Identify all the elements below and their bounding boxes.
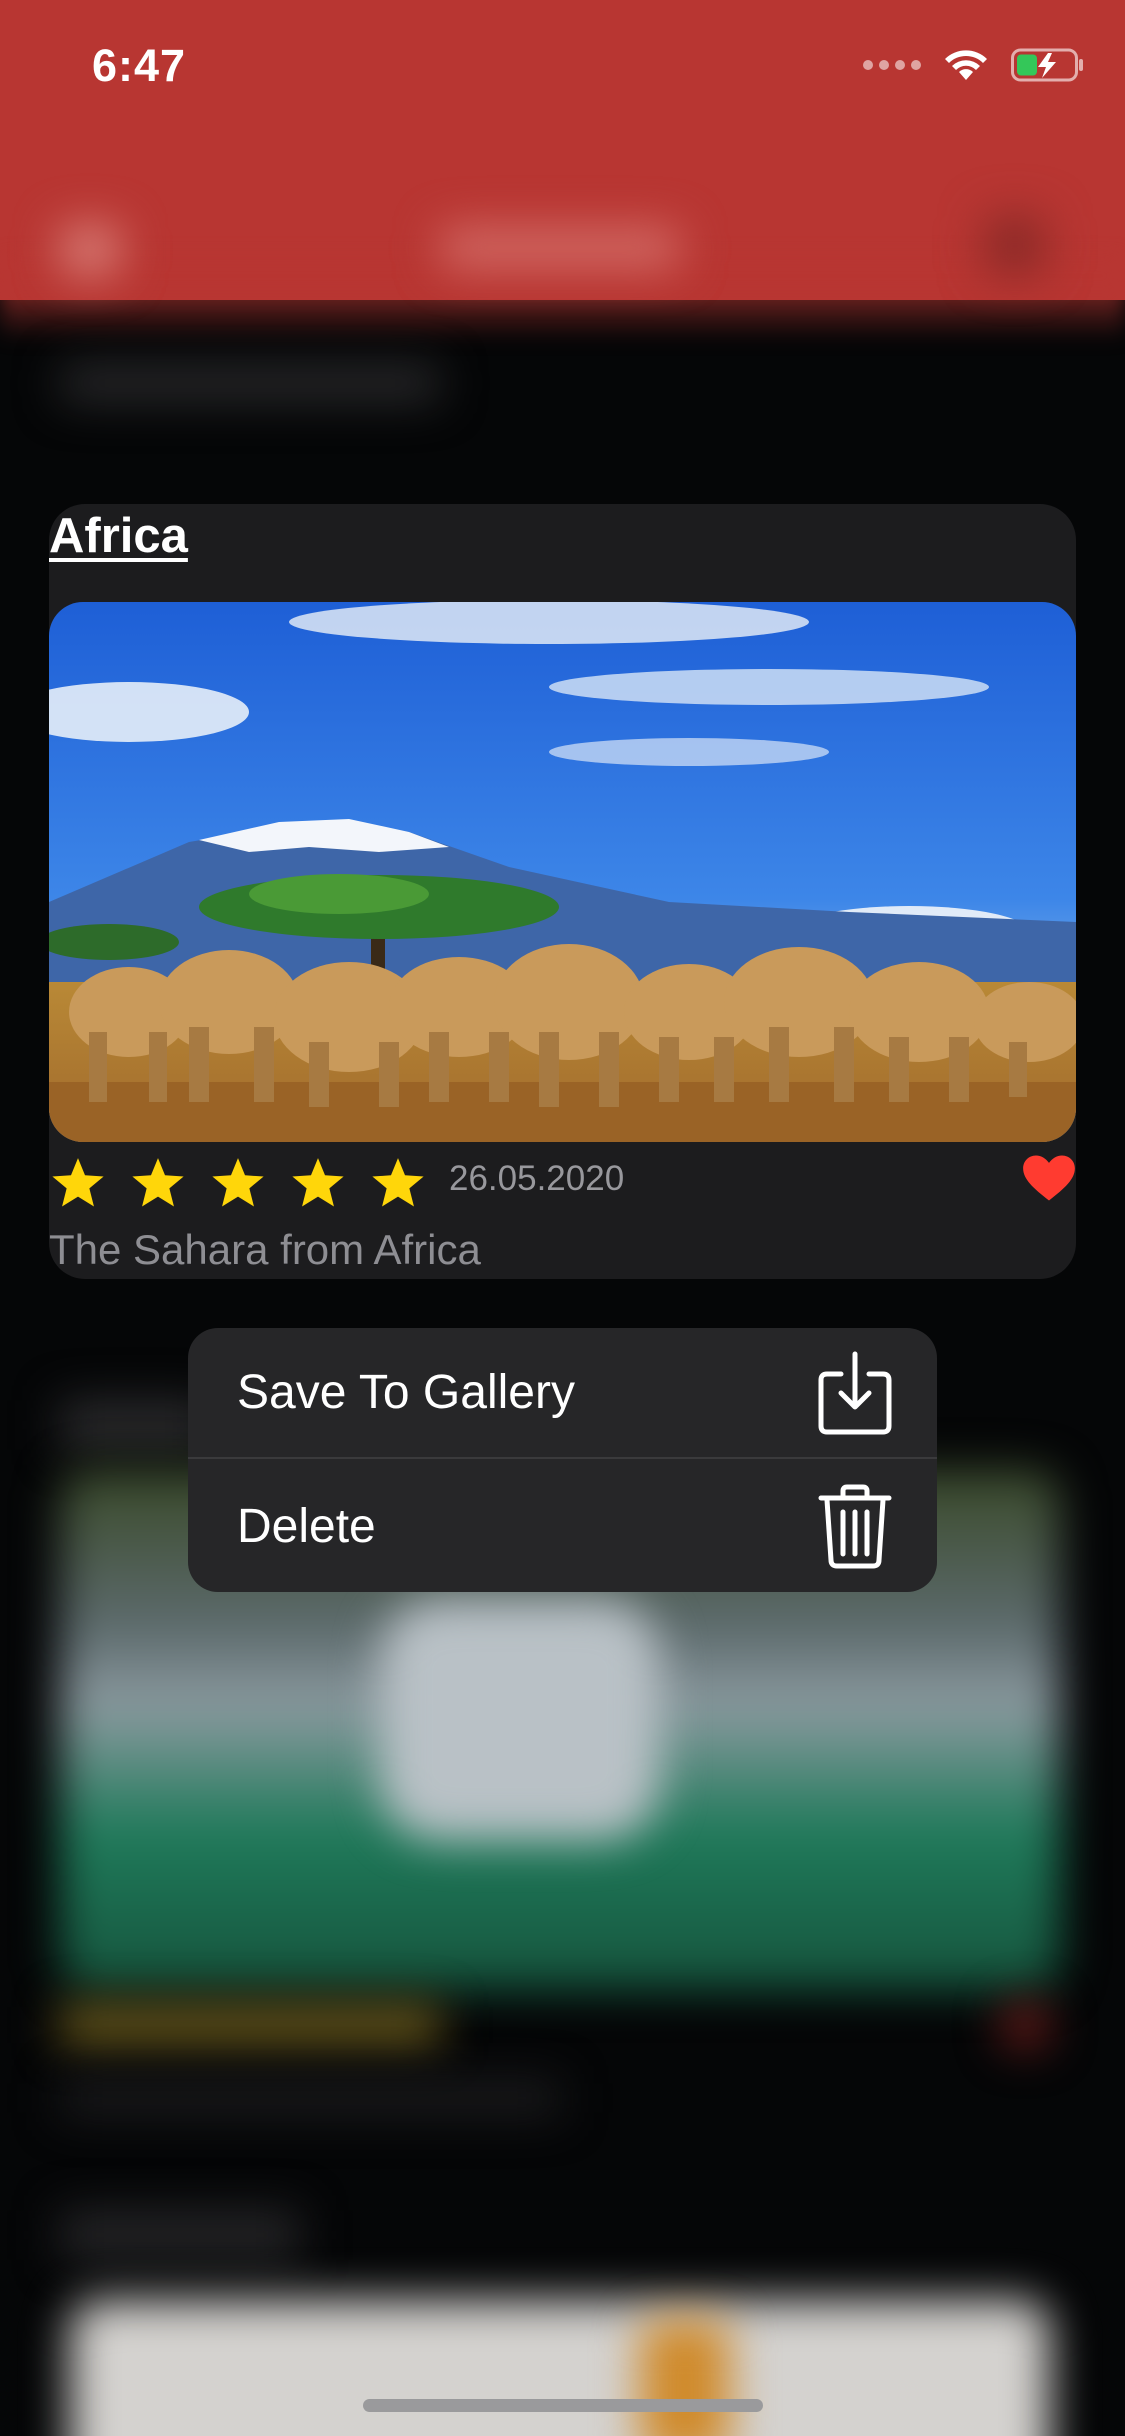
star-icon — [132, 1158, 184, 1207]
photo-card-preview: Africa 26.05.2020 The Sahara from Africa — [49, 504, 1076, 1279]
star-icon — [372, 1158, 424, 1207]
card-caption: The Sahara from Africa — [49, 1226, 481, 1273]
save-to-gallery-menu-item[interactable]: Save To Gallery — [188, 1328, 937, 1459]
star-icon — [292, 1158, 344, 1207]
home-indicator[interactable] — [363, 2399, 763, 2412]
third-card-detail-blurred — [640, 2320, 730, 2436]
wifi-icon — [945, 50, 987, 80]
heart-icon — [1023, 1155, 1075, 1201]
second-card-heart-blurred — [1000, 2000, 1050, 2050]
save-to-gallery-icon — [818, 1351, 892, 1434]
star-icon — [212, 1158, 264, 1207]
menu-item-label: Save To Gallery — [237, 1366, 575, 1419]
menu-item-label: Delete — [237, 1500, 376, 1553]
search-bar-blurred — [60, 365, 440, 401]
context-menu: Save To Gallery Delete — [188, 1328, 937, 1592]
status-time: 6:47 — [92, 40, 187, 91]
card-date: 26.05.2020 — [449, 1159, 625, 1198]
card-photo — [49, 602, 1076, 1142]
trash-icon — [818, 1484, 892, 1568]
status-icons — [863, 48, 1085, 82]
nav-action-blurred — [985, 215, 1045, 275]
waterfall-blurred — [380, 1600, 660, 1840]
third-card-photo-blurred — [70, 2300, 1050, 2436]
star-rating — [49, 1156, 427, 1212]
cellular-signal-icon — [863, 60, 921, 70]
card-title: Africa — [49, 509, 188, 563]
battery-charging-icon — [1011, 48, 1083, 82]
second-card-stars-blurred — [60, 2005, 440, 2045]
third-card-title-blurred — [60, 2210, 300, 2260]
back-button-blurred — [60, 225, 120, 275]
delete-menu-item[interactable]: Delete — [188, 1461, 937, 1592]
second-card-caption-blurred — [60, 2080, 560, 2116]
star-icon — [52, 1158, 104, 1207]
nav-title-blurred — [440, 228, 680, 268]
savanna-elephants-image — [49, 602, 1076, 1142]
